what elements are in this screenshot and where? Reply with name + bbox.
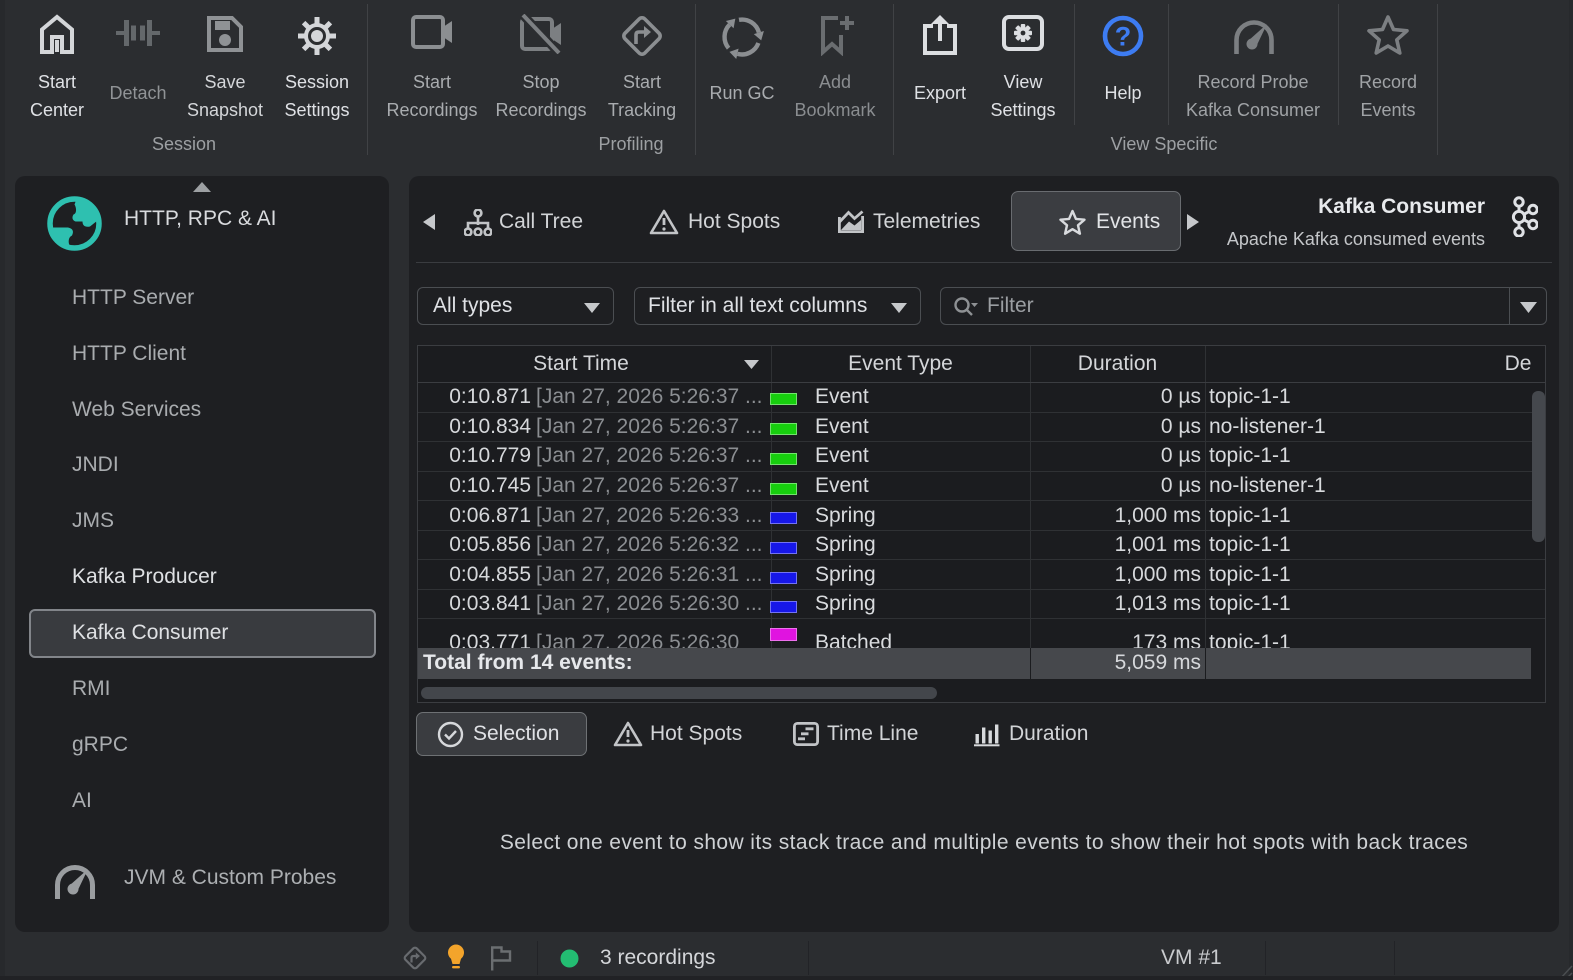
svg-text:?: ? [1115, 22, 1132, 52]
